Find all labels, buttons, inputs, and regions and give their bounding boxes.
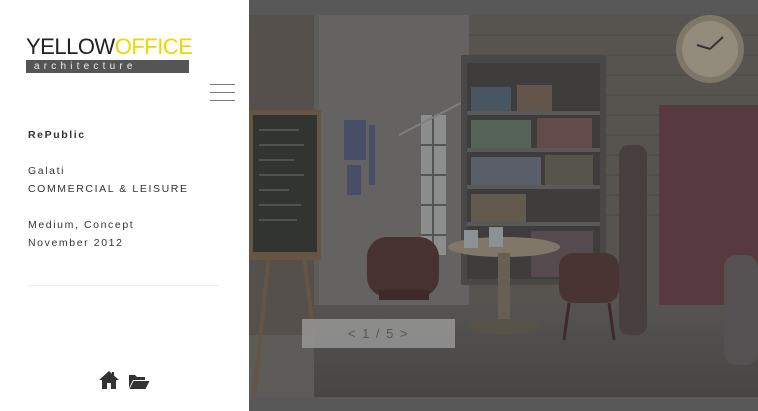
project-date: November 2012 xyxy=(28,237,124,249)
logo-word-yellow: YELLOW xyxy=(26,34,115,59)
project-details: Medium, Concept xyxy=(28,219,135,231)
sidebar: YELLOWOFFICE architecture RePublic Galat… xyxy=(0,0,249,411)
project-category: COMMERCIAL & LEISURE xyxy=(28,183,189,195)
logo-wordmark: YELLOWOFFICE xyxy=(26,34,193,59)
gallery-viewer: < 1 / 5 > xyxy=(249,0,758,411)
divider xyxy=(28,285,218,286)
logo-word-office: OFFICE xyxy=(114,34,193,59)
gallery-pager[interactable]: < 1 / 5 > xyxy=(302,319,455,348)
open-folder-icon[interactable] xyxy=(128,373,150,390)
home-icon[interactable] xyxy=(98,370,120,390)
logo-tagline: architecture xyxy=(26,60,189,73)
project-location: Galati xyxy=(28,165,66,177)
hamburger-menu-icon[interactable] xyxy=(210,84,235,102)
logo[interactable]: YELLOWOFFICE architecture xyxy=(26,34,193,73)
project-name: RePublic xyxy=(28,129,86,141)
